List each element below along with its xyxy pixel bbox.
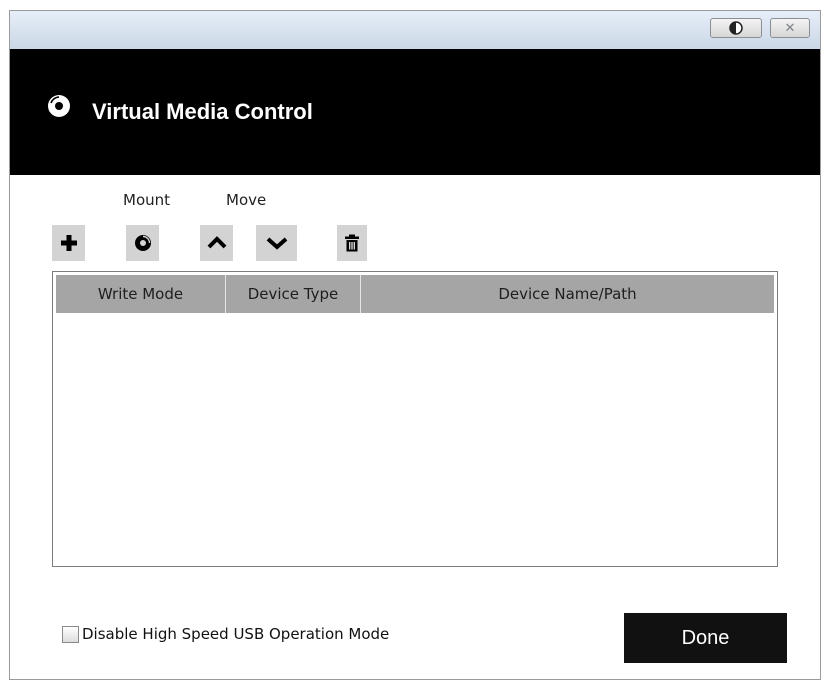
virtual-media-window: ✕ Virtual Media Control Mount Move Write… [9,10,821,680]
close-icon: ✕ [784,20,796,35]
close-button[interactable]: ✕ [770,18,810,38]
done-button[interactable]: Done [624,613,787,663]
chevron-down-icon [266,237,287,250]
device-table[interactable]: Write Mode Device Type Device Name/Path [52,271,778,567]
mount-group-label: Mount [123,191,171,209]
usb-mode-label[interactable]: Disable High Speed USB Operation Mode [82,625,389,643]
theme-toggle-button[interactable] [710,18,762,38]
title-bar: ✕ [10,11,820,49]
delete-device-button[interactable] [337,225,367,261]
contrast-icon [729,21,743,35]
table-header: Write Mode Device Type Device Name/Path [56,275,774,313]
move-up-button[interactable] [200,225,233,261]
move-group-label: Move [226,191,267,209]
usb-mode-option[interactable]: Disable High Speed USB Operation Mode [62,625,389,643]
add-device-button[interactable] [52,225,85,261]
plus-icon [60,235,77,251]
column-device-name-path[interactable]: Device Name/Path [361,275,774,313]
window-title: Virtual Media Control [92,99,313,124]
mount-button[interactable] [126,225,159,261]
disc-icon [48,95,70,117]
usb-mode-checkbox[interactable] [62,625,79,643]
disc-icon [134,235,151,251]
table-body[interactable] [56,313,774,563]
column-write-mode[interactable]: Write Mode [56,275,226,313]
header-banner: Virtual Media Control [10,49,820,175]
chevron-up-icon [207,236,226,249]
column-device-type[interactable]: Device Type [226,275,361,313]
trash-icon [345,234,359,252]
move-down-button[interactable] [256,225,297,261]
